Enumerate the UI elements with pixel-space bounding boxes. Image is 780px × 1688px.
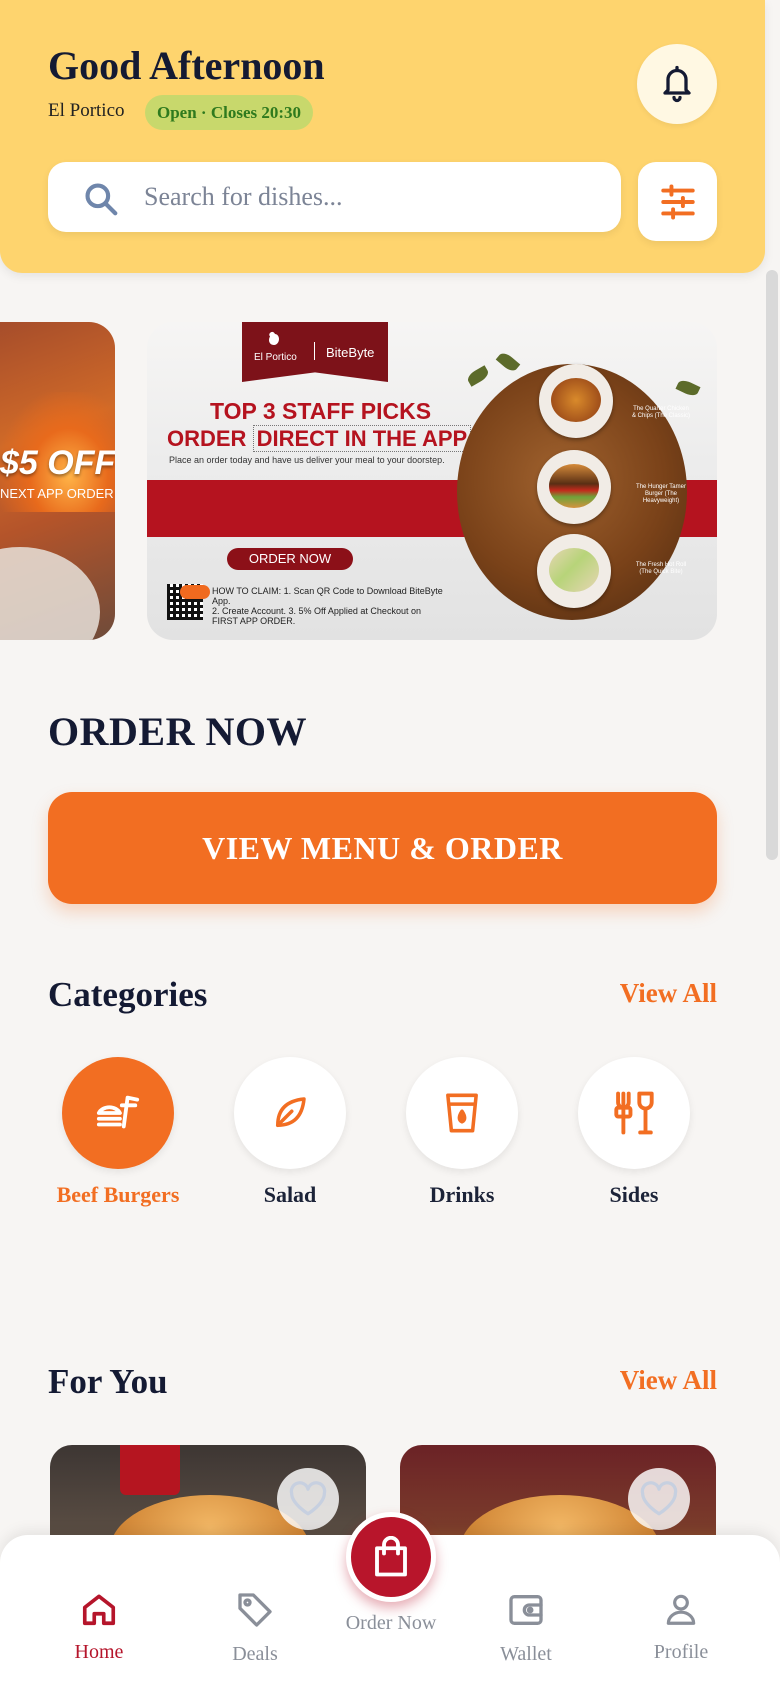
heart-icon — [289, 1481, 327, 1516]
banner-subline: Place an order today and have us deliver… — [169, 455, 445, 465]
nav-wallet[interactable]: Wallet — [466, 1590, 586, 1666]
sliders-icon — [660, 183, 695, 220]
claim-line: 2. Create Account. 3. 5% Off Applied at … — [212, 606, 421, 616]
view-menu-order-button[interactable]: VIEW MENU & ORDER — [48, 792, 717, 904]
rooster-icon — [269, 331, 279, 345]
wallet-icon — [509, 1595, 543, 1625]
cup-icon — [446, 1093, 478, 1133]
category-drinks[interactable] — [406, 1057, 518, 1169]
category-salad[interactable] — [234, 1057, 346, 1169]
heart-icon — [640, 1481, 678, 1516]
brand-bitebyte: BiteByte — [326, 345, 375, 360]
for-you-view-all-link[interactable]: View All — [620, 1365, 717, 1396]
qr-overlay — [180, 585, 210, 599]
banner-headline: TOP 3 STAFF PICKS — [210, 398, 432, 424]
category-label: Salad — [263, 1182, 317, 1207]
banner-order-now-button[interactable]: ORDER NOW — [227, 548, 353, 570]
user-icon — [666, 1594, 696, 1625]
nav-label-order-now[interactable]: Order Now — [330, 1612, 452, 1635]
claim-instructions: HOW TO CLAIM: 1. Scan QR Code to Downloa… — [212, 586, 452, 626]
bell-icon — [663, 65, 691, 103]
greeting-title: Good Afternoon — [48, 43, 325, 88]
food-chicken-chips — [539, 364, 613, 438]
claim-line: HOW TO CLAIM: 1. Scan QR Code to Downloa… — [212, 586, 443, 606]
notifications-button[interactable] — [637, 44, 717, 124]
favorite-button[interactable] — [277, 1468, 339, 1530]
category-sides[interactable] — [578, 1057, 690, 1169]
nav-label: Home — [74, 1641, 124, 1663]
for-you-heading: For You — [48, 1362, 168, 1401]
nav-label: Wallet — [500, 1643, 552, 1665]
nav-label: Deals — [232, 1643, 278, 1665]
nav-label: Profile — [653, 1641, 709, 1663]
utensils-icon — [614, 1091, 654, 1135]
brand-ribbon: El Portico BiteByte — [242, 322, 388, 382]
category-label: Drinks — [429, 1182, 495, 1207]
favorite-button[interactable] — [628, 1468, 690, 1530]
search-icon — [85, 183, 118, 216]
banner-headline-2-boxed: DIRECT IN THE APP — [252, 425, 472, 452]
burger-icon — [96, 1095, 140, 1129]
order-now-fab[interactable] — [346, 1512, 436, 1602]
categories-view-all-link[interactable]: View All — [620, 978, 717, 1009]
restaurant-name[interactable]: El Portico — [48, 100, 125, 122]
plate-graphic — [0, 547, 100, 640]
header: Good Afternoon El Portico Open · Closes … — [0, 0, 765, 273]
promo-banner[interactable]: El Portico BiteByte TOP 3 STAFF PICKS OR… — [147, 322, 717, 640]
scrollbar-thumb[interactable] — [766, 270, 778, 860]
leaf-decoration — [675, 377, 701, 399]
categories-heading: Categories — [48, 975, 208, 1014]
drink-bottle-graphic — [120, 1445, 180, 1495]
tag-icon — [238, 1593, 272, 1627]
brand-divider — [314, 342, 315, 360]
promo-offer-text: $5 OFF — [0, 444, 115, 482]
order-now-heading: ORDER NOW — [48, 709, 307, 754]
promo-offer-subtext: NEXT APP ORDER — [0, 486, 114, 501]
banner-headline-2: ORDER DIRECT IN THE APP — [167, 425, 472, 452]
leaf-icon — [276, 1097, 306, 1127]
leaf-decoration — [495, 350, 521, 374]
food-burger — [537, 450, 611, 524]
category-beef-burgers[interactable] — [62, 1057, 174, 1169]
banner-headline-2-prefix: ORDER — [167, 426, 247, 451]
search-input[interactable] — [144, 172, 594, 222]
brand-el-portico: El Portico — [254, 352, 297, 363]
promo-banner-prev[interactable]: $5 OFF NEXT APP ORDER — [0, 322, 115, 640]
shopping-bag-icon — [375, 1536, 407, 1577]
banner-item-label: The Hunger Tamer Burger (The Heavyweight… — [636, 484, 686, 504]
category-label: Sides — [609, 1182, 659, 1207]
food-wrap — [537, 534, 611, 608]
nav-profile[interactable]: Profile — [621, 1590, 741, 1664]
nav-home[interactable]: Home — [39, 1590, 159, 1664]
filter-button[interactable] — [638, 162, 717, 241]
search-bar[interactable] — [48, 162, 621, 232]
claim-line: FIRST APP ORDER. — [212, 616, 296, 626]
status-badge: Open · Closes 20:30 — [145, 95, 314, 130]
banner-item-label: The Fresh Hot Roll (The Quick Bite) — [635, 562, 687, 575]
category-label: Beef Burgers — [56, 1182, 180, 1207]
nav-deals[interactable]: Deals — [195, 1590, 315, 1666]
leaf-decoration — [465, 365, 491, 387]
home-icon — [82, 1594, 116, 1626]
banner-item-label: The Quarter Chicken & Chips (The Classic… — [631, 406, 690, 419]
